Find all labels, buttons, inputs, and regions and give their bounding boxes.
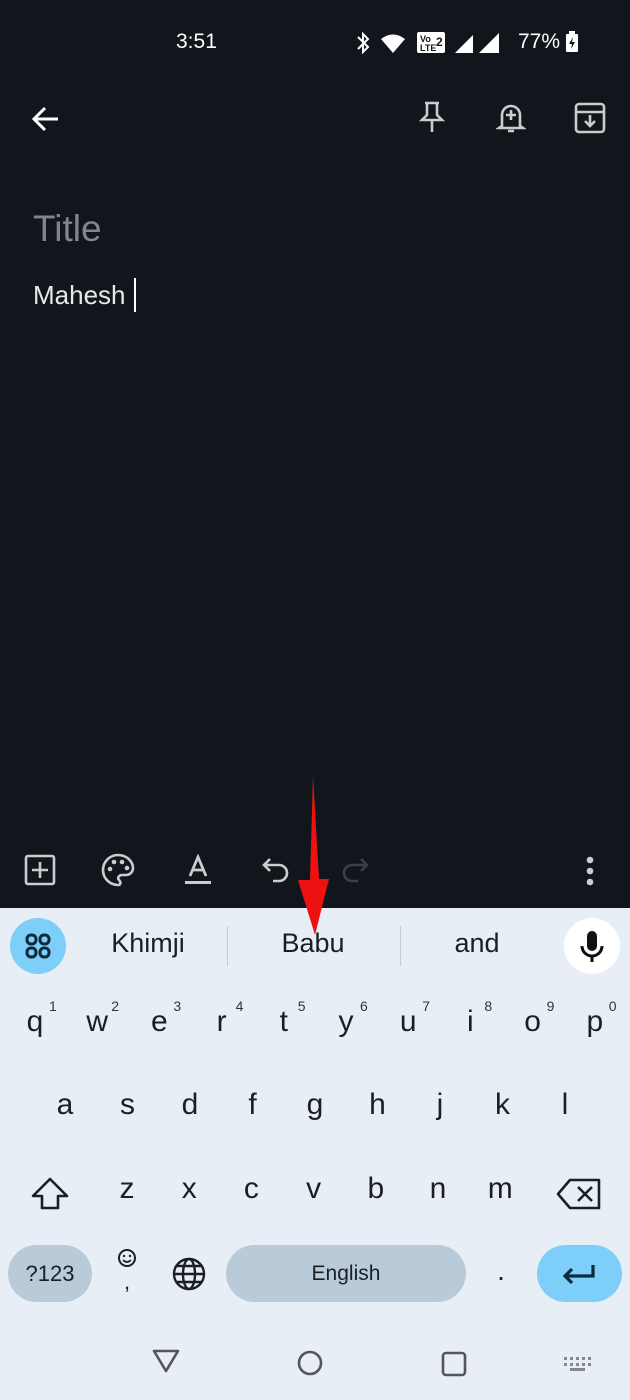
key-b[interactable]: b: [351, 1172, 401, 1206]
signal-icon: [479, 33, 499, 53]
microphone-icon: [580, 931, 604, 962]
enter-icon: [562, 1265, 595, 1285]
battery-charging-icon: [566, 31, 578, 52]
key-s[interactable]: s: [103, 1088, 153, 1122]
key-f[interactable]: f: [228, 1088, 278, 1122]
backspace-key[interactable]: [556, 1178, 602, 1210]
shift-key[interactable]: [30, 1176, 70, 1212]
globe-icon[interactable]: [172, 1257, 206, 1291]
keyboard: [0, 908, 630, 1400]
key-hint-4: 4: [235, 998, 244, 1014]
comma-hint: ,: [123, 1269, 131, 1294]
svg-text:2: 2: [436, 35, 443, 49]
key-c[interactable]: c: [226, 1172, 276, 1206]
keyboard-hide-icon[interactable]: [563, 1356, 591, 1372]
divider: [400, 926, 401, 966]
emoji-key[interactable]: ,: [112, 1248, 142, 1294]
period-key[interactable]: .: [486, 1255, 516, 1287]
wifi-icon: [381, 34, 405, 53]
title-field[interactable]: Title: [33, 208, 102, 250]
key-k[interactable]: k: [478, 1088, 528, 1122]
battery-percent: 77%: [518, 30, 561, 53]
note-body-field[interactable]: Mahesh: [33, 278, 136, 312]
enter-key[interactable]: [537, 1245, 622, 1302]
note-body-text: Mahesh: [33, 280, 126, 310]
key-hint-2: 2: [111, 998, 119, 1014]
bluetooth-icon: [357, 31, 370, 55]
key-m[interactable]: m: [475, 1172, 525, 1206]
text-cursor: [133, 278, 136, 312]
suggestion-1[interactable]: Khimji: [73, 928, 223, 959]
redo-icon: [342, 858, 369, 883]
home-nav-icon[interactable]: [296, 1349, 324, 1377]
key-hint-5: 5: [297, 998, 306, 1014]
svg-text:LTE: LTE: [420, 43, 436, 53]
pin-icon[interactable]: [418, 100, 446, 136]
key-n[interactable]: n: [413, 1172, 463, 1206]
text-format-icon[interactable]: [183, 854, 213, 886]
reminder-bell-icon[interactable]: [496, 100, 526, 136]
suggestion-3[interactable]: and: [402, 928, 552, 959]
apps-grid-icon: [25, 933, 51, 959]
key-g[interactable]: g: [290, 1088, 340, 1122]
clock: 3:51: [176, 30, 217, 53]
key-a[interactable]: a: [40, 1088, 90, 1122]
symbols-key[interactable]: ?123: [8, 1245, 92, 1302]
key-d[interactable]: d: [165, 1088, 215, 1122]
palette-icon[interactable]: [101, 853, 135, 887]
key-x[interactable]: x: [164, 1172, 214, 1206]
back-nav-icon[interactable]: [151, 1348, 181, 1374]
key-hint-6: 6: [360, 998, 368, 1014]
space-bar[interactable]: English: [226, 1245, 466, 1302]
back-arrow-icon[interactable]: [30, 104, 62, 134]
annotation-arrow: [298, 775, 329, 935]
key-hint-8: 8: [484, 998, 493, 1014]
keyboard-menu-button[interactable]: [10, 918, 66, 974]
signal-roaming-icon: [455, 35, 473, 53]
archive-icon[interactable]: [574, 102, 606, 134]
recents-nav-icon[interactable]: [440, 1350, 468, 1378]
divider: [227, 926, 228, 966]
add-box-icon[interactable]: [24, 854, 56, 886]
more-vert-icon[interactable]: [582, 855, 598, 887]
key-j[interactable]: j: [415, 1088, 465, 1122]
voice-input-button[interactable]: [564, 918, 620, 974]
key-hint-1: 1: [49, 998, 57, 1014]
key-z[interactable]: z: [102, 1172, 152, 1206]
key-hint-0: 0: [608, 998, 617, 1014]
key-h[interactable]: h: [353, 1088, 403, 1122]
key-v[interactable]: v: [289, 1172, 339, 1206]
key-l[interactable]: l: [540, 1088, 590, 1122]
key-hint-7: 7: [422, 998, 430, 1014]
key-hint-3: 3: [173, 998, 182, 1014]
key-hint-9: 9: [546, 998, 555, 1014]
